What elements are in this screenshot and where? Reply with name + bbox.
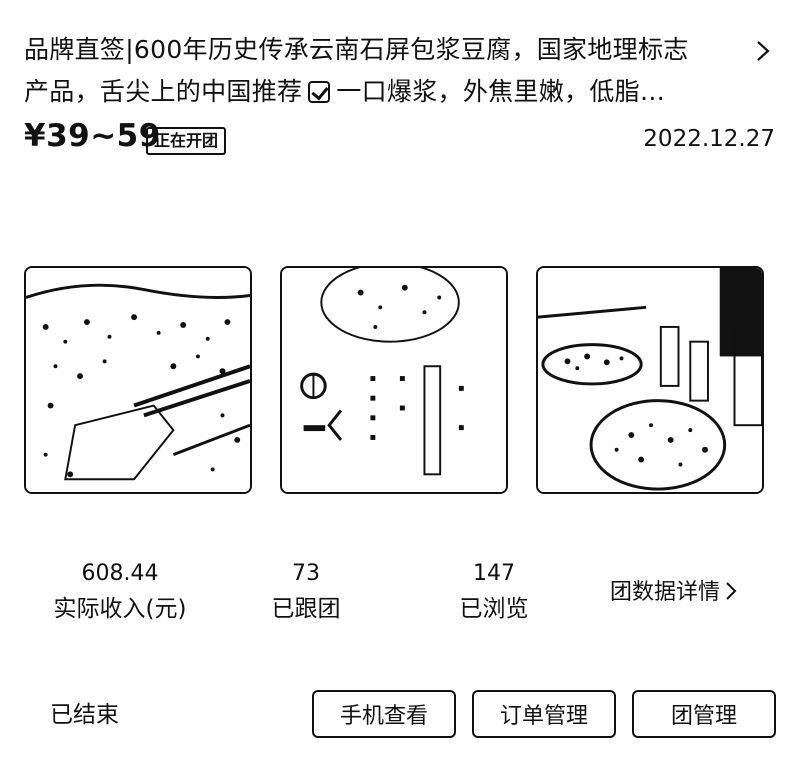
product-title-line-2-a: 产品，舌尖上的中国推荐 — [24, 77, 303, 106]
group-data-detail-link[interactable]: 团数据详情 — [610, 578, 738, 608]
stat-income-value: 608.44 — [81, 561, 159, 586]
product-image-3-graphic — [538, 268, 762, 492]
stat-viewed-label: 已浏览 — [459, 596, 529, 622]
product-image-1-graphic — [26, 268, 250, 492]
product-image-3[interactable] — [536, 266, 764, 494]
product-image-2[interactable] — [280, 266, 508, 494]
stat-joined-value: 73 — [292, 561, 320, 586]
product-title-line-2-b: 一口爆浆，外焦里嫩，低脂… — [336, 77, 666, 106]
chevron-right-icon — [726, 582, 737, 600]
stat-viewed-value: 147 — [473, 561, 515, 586]
price-range: ¥39~59 — [24, 118, 161, 154]
publish-date: 2022.12.27 — [643, 126, 775, 152]
group-data-detail-label: 团数据详情 — [610, 580, 721, 605]
checkbox-checked-icon — [308, 81, 331, 103]
order-management-button[interactable]: 订单管理 — [472, 690, 616, 738]
stat-income: 608.44 实际收入(元) — [40, 560, 200, 626]
product-title-line-1[interactable]: 品牌直签|600年历史传承云南石屏包浆豆腐，国家地理标志 — [24, 34, 689, 66]
product-title-line-2[interactable]: 产品，舌尖上的中国推荐 一口爆浆，外焦里嫩，低脂… — [24, 76, 665, 108]
stat-viewed: 147 已浏览 — [414, 560, 574, 626]
stat-joined: 73 已跟团 — [226, 560, 386, 626]
status-badge: 正在开团 — [146, 127, 227, 155]
stat-income-label: 实际收入(元) — [53, 596, 187, 622]
product-image-2-graphic — [282, 268, 506, 492]
product-image-1[interactable] — [24, 266, 252, 494]
group-management-button[interactable]: 团管理 — [632, 690, 776, 738]
group-status: 已结束 — [50, 702, 119, 728]
view-on-phone-button[interactable]: 手机查看 — [312, 690, 456, 738]
chevron-right-icon[interactable] — [752, 36, 774, 66]
stat-joined-label: 已跟团 — [271, 596, 341, 622]
